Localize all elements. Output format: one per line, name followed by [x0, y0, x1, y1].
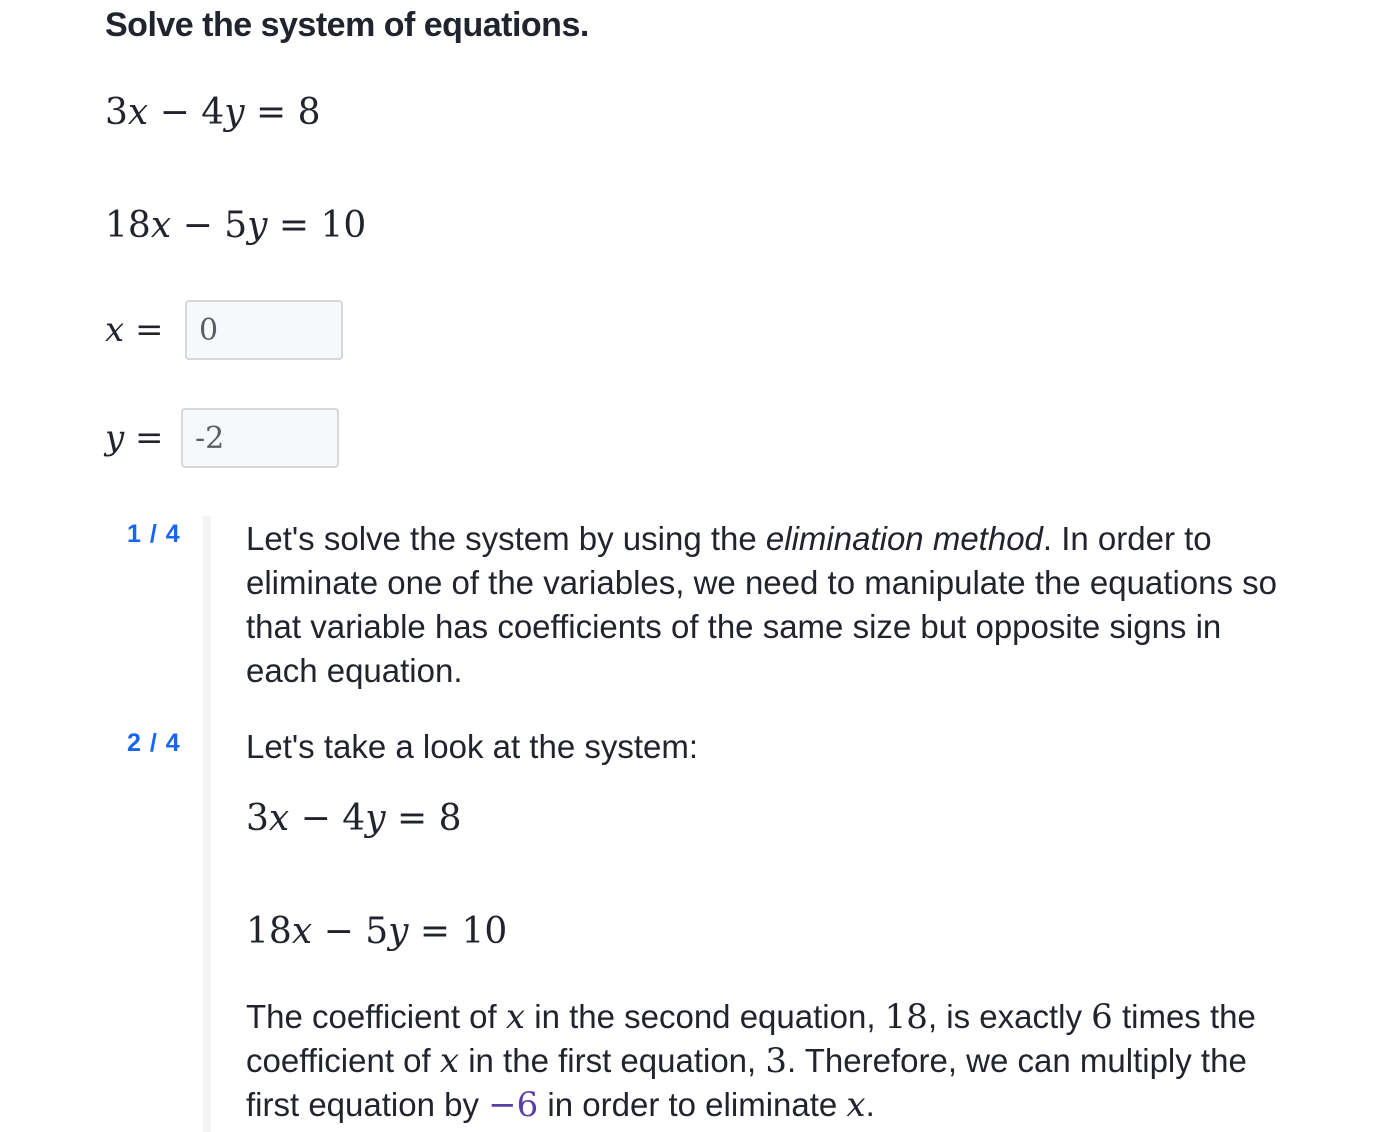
hint-step-number-2: 2 / 4	[127, 729, 181, 757]
hint-equation-1: 3x − 4y = 8	[246, 798, 462, 839]
answer-x-row: x =	[105, 300, 343, 360]
hint-step-2-intro: Let's take a look at the system:	[246, 728, 699, 765]
answer-y-label: y =	[105, 418, 164, 458]
answer-x-label: x =	[105, 310, 164, 350]
hint-step-number-1: 1 / 4	[127, 520, 181, 548]
hint-step-1-text: Let's solve the system by using the elim…	[246, 520, 1278, 689]
question-title: Solve the system of equations.	[105, 6, 589, 44]
answer-y-row: y =	[105, 408, 339, 468]
hint-equation-2: 18x − 5y = 10	[246, 911, 508, 952]
equation-1: 3x − 4y = 8	[105, 92, 321, 133]
hint-step-2-explanation: The coefficient of x in the second equat…	[246, 997, 1256, 1125]
multiplier-value: −6	[488, 1085, 539, 1125]
answer-y-input[interactable]	[181, 408, 339, 468]
equation-2: 18x − 5y = 10	[105, 205, 367, 246]
answer-x-input[interactable]	[185, 300, 343, 360]
hint-rail	[203, 516, 211, 1132]
